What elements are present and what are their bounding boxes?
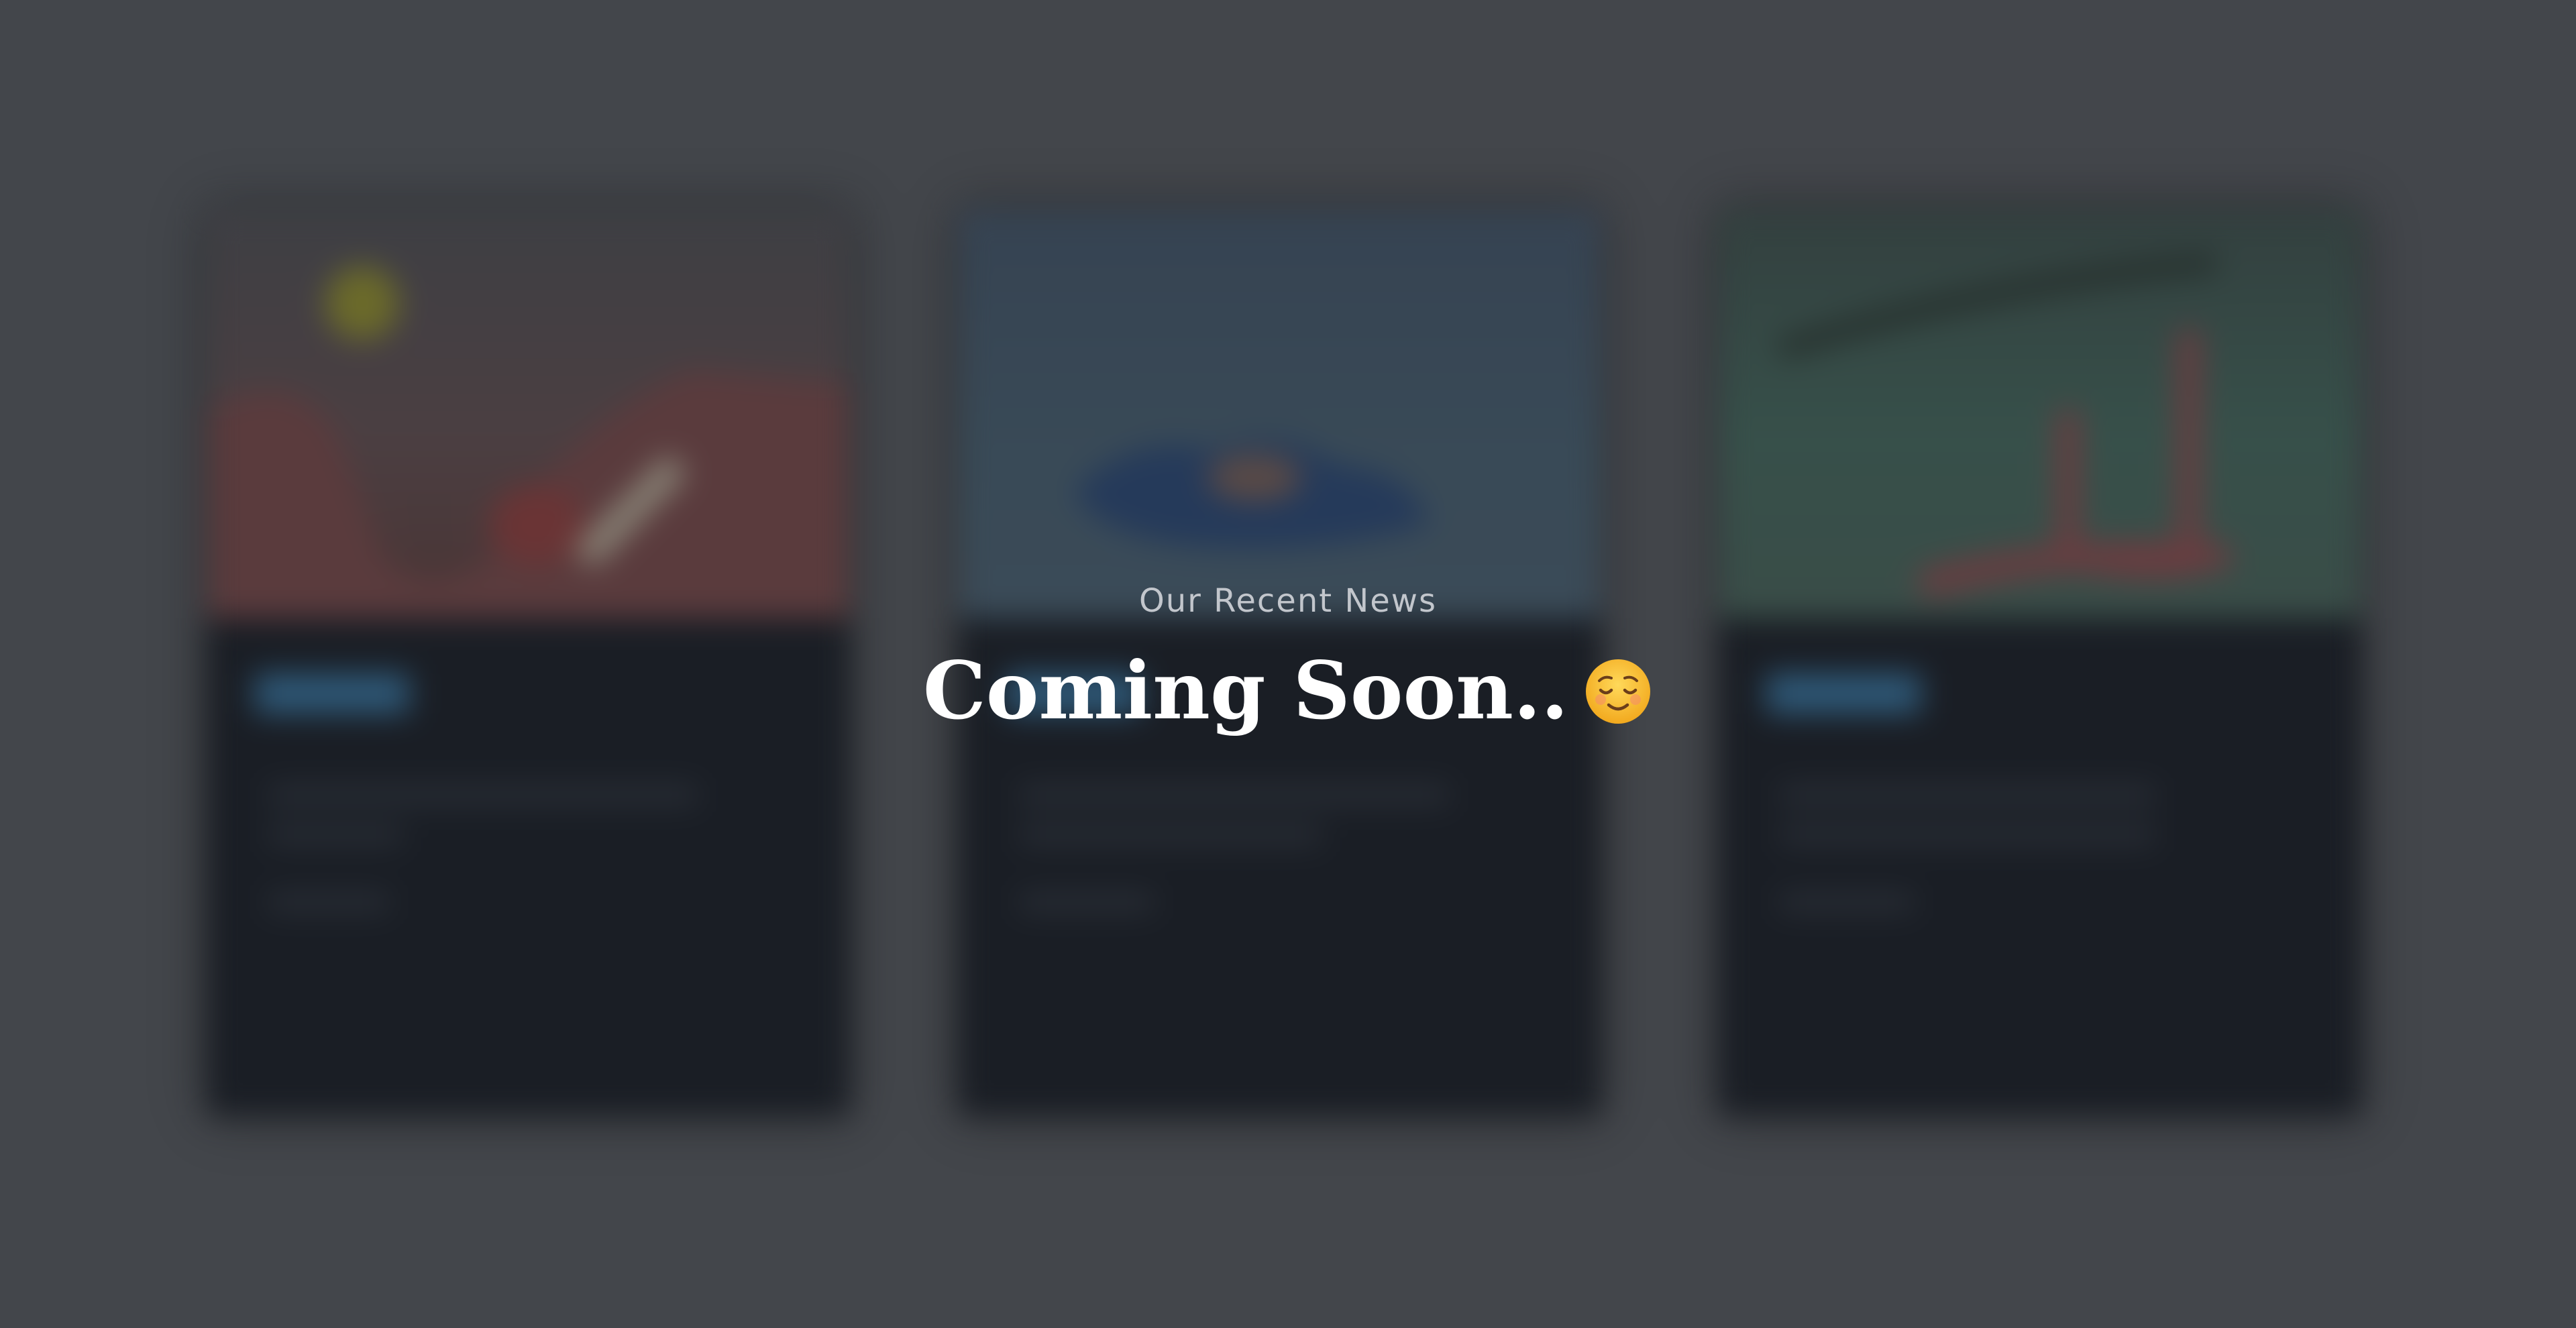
section-headline: Coming Soon.. (0, 644, 2576, 737)
relieved-face-icon (1583, 652, 1653, 724)
headline-text: Coming Soon.. (922, 644, 1569, 737)
coming-soon-overlay: Our Recent News Coming Soon.. (0, 0, 2576, 1328)
section-subtitle: Our Recent News (1138, 582, 1438, 620)
news-section: Our Recent News Coming Soon.. (0, 0, 2576, 1328)
